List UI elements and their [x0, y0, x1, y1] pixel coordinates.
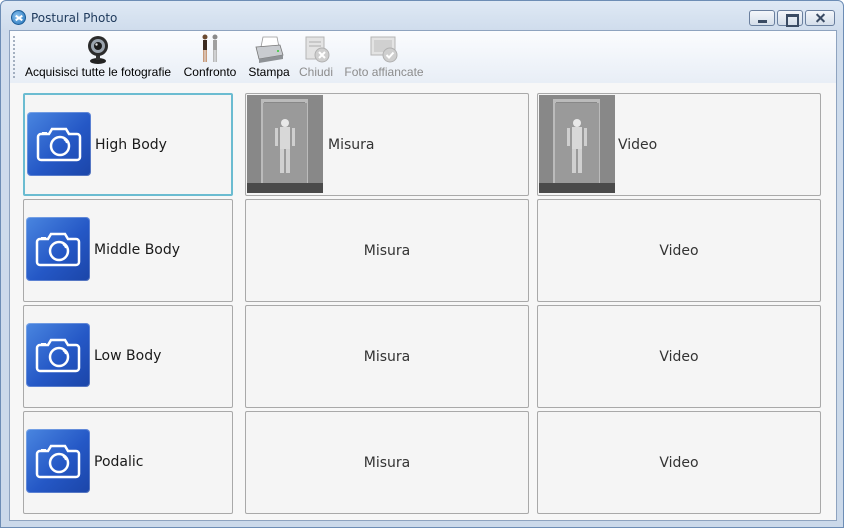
video-label: Video: [659, 349, 699, 365]
compare-button[interactable]: Confronto: [180, 31, 240, 81]
webcam-icon: [88, 36, 108, 64]
misura-middle-body-button[interactable]: Misura: [245, 199, 529, 302]
posture-thumbnail: [539, 95, 615, 193]
client-area: Acquisisci tutte le fotografie Confronto: [9, 30, 837, 521]
misura-podalic-button[interactable]: Misura: [245, 411, 529, 514]
video-label: Video: [618, 137, 658, 153]
misura-label: Misura: [328, 137, 375, 153]
maximize-button[interactable]: [777, 10, 803, 27]
section-label: Middle Body: [94, 242, 181, 258]
close-button[interactable]: Chiudi: [296, 31, 336, 81]
section-podalic[interactable]: Podalic: [23, 411, 233, 514]
compare-figures-icon: [202, 34, 218, 62]
app-logo-icon: [11, 10, 26, 25]
close-document-icon: [305, 36, 330, 63]
camera-icon: [27, 112, 91, 176]
section-high-body[interactable]: High Body: [23, 93, 233, 196]
minimize-button[interactable]: [749, 10, 775, 26]
video-podalic-button[interactable]: Video: [537, 411, 821, 514]
section-label: Low Body: [94, 348, 162, 364]
toolbar-item-label: Chiudi: [298, 65, 334, 79]
toolbar-item-label: Stampa: [248, 65, 290, 79]
misura-label: Misura: [363, 455, 411, 471]
side-by-side-photos-button[interactable]: Foto affiancate: [342, 31, 426, 81]
close-window-button[interactable]: [805, 10, 835, 26]
side-by-side-icon: [370, 36, 398, 63]
toolbar: Acquisisci tutte le fotografie Confronto: [10, 31, 836, 83]
video-low-body-button[interactable]: Video: [537, 305, 821, 408]
printer-icon: [255, 36, 284, 63]
section-label: Podalic: [94, 454, 144, 470]
acquire-all-photos-button[interactable]: Acquisisci tutte le fotografie: [22, 31, 174, 81]
camera-icon: [26, 323, 90, 387]
toolbar-grip[interactable]: [13, 35, 15, 79]
video-label: Video: [659, 455, 699, 471]
misura-label: Misura: [363, 349, 411, 365]
title-bar[interactable]: Postural Photo: [1, 1, 843, 31]
misura-high-body-button[interactable]: Misura: [245, 93, 529, 196]
misura-label: Misura: [363, 243, 411, 259]
posture-thumbnail: [247, 95, 323, 193]
window-title: Postural Photo: [31, 11, 118, 25]
video-label: Video: [659, 243, 699, 259]
toolbar-item-label: Acquisisci tutte le fotografie: [24, 65, 172, 79]
app-window: Postural Photo Acquisisci tutte le fotog…: [0, 0, 844, 528]
toolbar-item-label: Foto affiancate: [344, 65, 424, 79]
print-button[interactable]: Stampa: [246, 31, 292, 81]
video-high-body-button[interactable]: Video: [537, 93, 821, 196]
camera-icon: [26, 217, 90, 281]
misura-low-body-button[interactable]: Misura: [245, 305, 529, 408]
camera-icon: [26, 429, 90, 493]
section-middle-body[interactable]: Middle Body: [23, 199, 233, 302]
toolbar-item-label: Confronto: [183, 65, 237, 79]
body-sections-grid: High Body Misura Video Middle Body Misur…: [10, 83, 836, 520]
section-label: High Body: [95, 137, 167, 153]
video-middle-body-button[interactable]: Video: [537, 199, 821, 302]
section-low-body[interactable]: Low Body: [23, 305, 233, 408]
